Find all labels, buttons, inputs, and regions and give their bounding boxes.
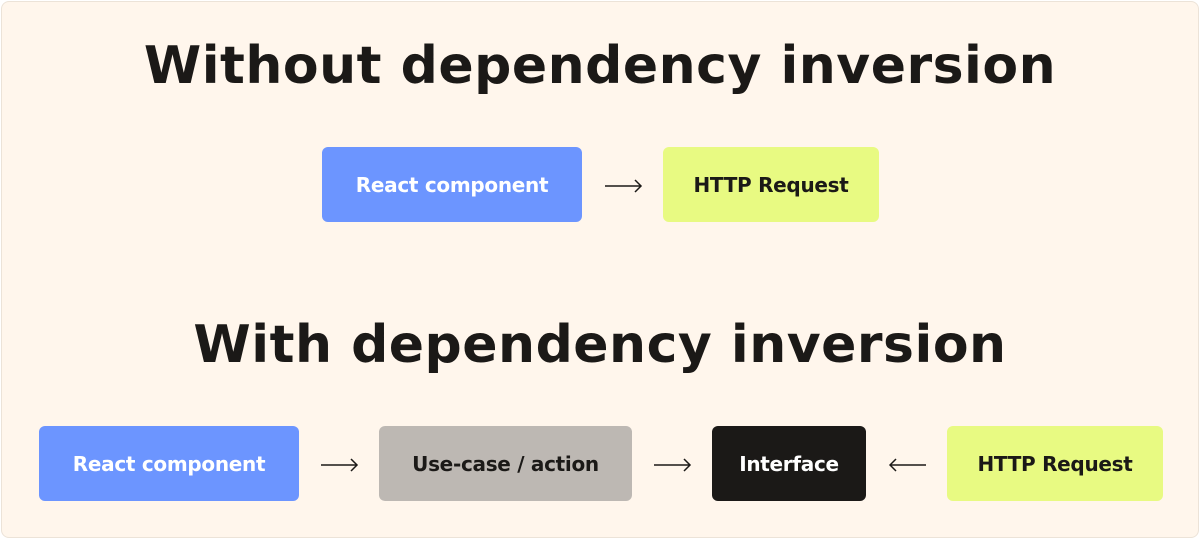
box-react-component-without: React component	[322, 147, 582, 222]
box-react-component-with: React component	[39, 426, 299, 501]
box-http-request-without: HTTP Request	[663, 147, 879, 222]
arrow-right-icon	[654, 458, 692, 472]
box-interface: Interface	[712, 426, 866, 501]
heading-without-dependency-inversion: Without dependency inversion	[143, 36, 1057, 96]
arrow-right-icon	[605, 179, 643, 193]
box-http-request-with: HTTP Request	[947, 426, 1163, 501]
diagram-canvas: Without dependency inversion React compo…	[1, 1, 1199, 538]
heading-with-dependency-inversion: With dependency inversion	[193, 315, 1007, 375]
arrow-left-icon	[888, 458, 926, 472]
box-use-case-action: Use-case / action	[379, 426, 632, 501]
arrow-right-icon	[321, 458, 359, 472]
